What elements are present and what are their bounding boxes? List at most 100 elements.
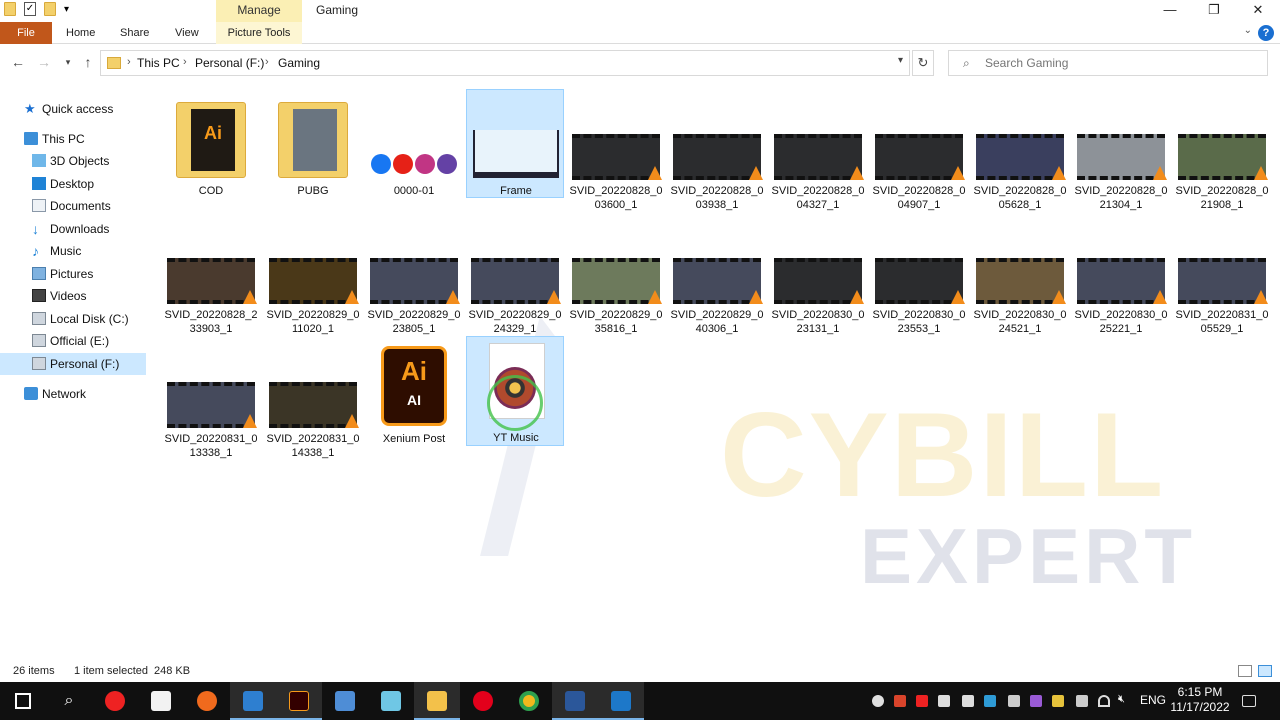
taskbar-app-photos[interactable] (598, 682, 644, 720)
customize-toolbar-icon[interactable]: ▾ (64, 4, 69, 15)
maximize-button[interactable]: ❐ (1192, 0, 1236, 22)
sidebar-item-network[interactable]: Network (0, 383, 146, 405)
file-item-video[interactable]: SVID_20220829_024329_1 (466, 214, 564, 335)
minimize-button[interactable]: — (1148, 0, 1192, 22)
sidebar-item-this-pc[interactable]: This PC (0, 128, 146, 150)
sidebar-item-downloads[interactable]: ↓ Downloads (0, 218, 146, 240)
tray-app-icon[interactable] (962, 695, 974, 707)
file-item-video[interactable]: SVID_20220830_024521_1 (971, 214, 1069, 335)
file-item-yt-music[interactable]: YT Music (466, 336, 564, 446)
file-item-video[interactable]: SVID_20220828_021304_1 (1072, 90, 1170, 211)
file-item-video[interactable]: SVID_20220831_014338_1 (264, 338, 362, 459)
large-icons-view-icon[interactable] (1258, 665, 1272, 677)
volume-icon[interactable]: 🔇︎ (1118, 693, 1130, 705)
wifi-icon[interactable] (1098, 695, 1110, 707)
tray-app-icon[interactable] (916, 695, 928, 707)
file-item-video[interactable]: SVID_20220828_003600_1 (567, 90, 665, 211)
input-language[interactable]: ENG (1140, 693, 1166, 707)
chevron-right-icon[interactable]: › (127, 56, 131, 68)
clock[interactable]: 6:15 PM 11/17/2022 (1168, 685, 1232, 715)
sidebar-item-3d-objects[interactable]: 3D Objects (0, 150, 146, 172)
taskbar-app-notepad[interactable] (138, 682, 184, 720)
notification-icon[interactable] (1242, 695, 1256, 707)
file-item-frame[interactable]: Frame (466, 89, 564, 198)
properties-icon[interactable]: ✓ (24, 2, 36, 16)
refresh-icon[interactable]: ↻ (912, 50, 934, 76)
sidebar-item-documents[interactable]: Documents (0, 195, 146, 217)
sidebar-item-music[interactable]: ♪ Music (0, 240, 146, 262)
taskbar-app-recorder[interactable] (92, 682, 138, 720)
taskbar-app-illustrator[interactable] (276, 682, 322, 720)
chevron-right-icon[interactable]: › (183, 56, 187, 68)
expand-ribbon-icon[interactable]: ⌄ (1244, 25, 1252, 36)
file-item-video[interactable]: SVID_20220828_233903_1 (162, 214, 260, 335)
details-view-icon[interactable] (1238, 665, 1252, 677)
tray-app-icon[interactable] (1008, 695, 1020, 707)
tab-file[interactable]: File (0, 22, 52, 44)
file-item-cod[interactable]: Ai COD (162, 90, 260, 198)
tray-pen-icon[interactable] (1030, 695, 1042, 707)
tray-app-icon[interactable] (938, 695, 950, 707)
taskbar-app-editor[interactable] (368, 682, 414, 720)
taskbar-app-word[interactable] (552, 682, 598, 720)
sidebar-item-desktop[interactable]: Desktop (0, 173, 146, 195)
breadcrumb-gaming[interactable]: Gaming (278, 56, 320, 70)
tray-app-icon[interactable] (984, 695, 996, 707)
file-item-video[interactable]: SVID_20220830_023131_1 (769, 214, 867, 335)
file-item-video[interactable]: SVID_20220830_023553_1 (870, 214, 968, 335)
address-dropdown-icon[interactable]: ▾ (898, 55, 903, 66)
taskbar-app-chrome[interactable] (506, 682, 552, 720)
folder-icon[interactable] (4, 2, 16, 16)
tray-app-icon[interactable] (1052, 695, 1064, 707)
sidebar-item-pictures[interactable]: Pictures (0, 263, 146, 285)
file-item-video[interactable]: SVID_20220828_021908_1 (1173, 90, 1271, 211)
tab-picture-tools[interactable]: Picture Tools (216, 22, 302, 44)
breadcrumb-this-pc[interactable]: This PC (137, 56, 180, 70)
forward-arrow-icon[interactable]: → (34, 52, 54, 72)
recent-locations-chevron-icon[interactable]: ▾ (58, 52, 78, 72)
sidebar-item-quick-access[interactable]: ★ Quick access (0, 98, 146, 120)
breadcrumb-personal[interactable]: Personal (F:) (195, 56, 264, 70)
file-item-video[interactable]: SVID_20220829_023805_1 (365, 214, 463, 335)
taskbar-app-file-explorer[interactable] (414, 682, 460, 720)
file-item-video[interactable]: SVID_20220831_013338_1 (162, 338, 260, 459)
file-item-video[interactable]: SVID_20220831_005529_1 (1173, 214, 1271, 335)
address-bar[interactable]: › This PC › Personal (F:) › Gaming ▾ (100, 50, 910, 76)
file-item-pubg[interactable]: PUBG (264, 90, 362, 198)
search-input[interactable] (985, 55, 1255, 71)
search-taskbar-button[interactable]: ⌕ (46, 682, 92, 720)
tray-app-icon[interactable] (1076, 695, 1088, 707)
taskbar-app-opera[interactable] (460, 682, 506, 720)
new-folder-icon[interactable] (44, 2, 56, 16)
up-arrow-icon[interactable]: ↑ (78, 52, 98, 72)
search-box[interactable]: ⌕ (948, 50, 1268, 76)
file-item-video[interactable]: SVID_20220829_035816_1 (567, 214, 665, 335)
sidebar-item-videos[interactable]: Videos (0, 285, 146, 307)
taskbar-app-computer[interactable] (322, 682, 368, 720)
file-item-0000-01[interactable]: 0000-01 (365, 90, 463, 198)
manage-contextual-tab[interactable]: Manage (216, 0, 302, 22)
close-button[interactable]: ✕ (1236, 0, 1280, 22)
tray-record-icon[interactable] (872, 695, 884, 707)
file-item-video[interactable]: SVID_20220829_011020_1 (264, 214, 362, 335)
file-item-video[interactable]: SVID_20220828_004327_1 (769, 90, 867, 211)
sidebar-item-local-disk[interactable]: Local Disk (C:) (0, 308, 146, 330)
start-button[interactable] (0, 682, 46, 720)
taskbar-app-firefox[interactable] (184, 682, 230, 720)
help-icon[interactable]: ? (1258, 25, 1274, 41)
file-item-video[interactable]: SVID_20220830_025221_1 (1072, 214, 1170, 335)
file-item-video[interactable]: SVID_20220828_003938_1 (668, 90, 766, 211)
sidebar-item-personal[interactable]: Personal (F:) (0, 353, 146, 375)
tab-share[interactable]: Share (120, 22, 149, 44)
taskbar-app-download[interactable] (230, 682, 276, 720)
file-item-xenium-post[interactable]: Ai AI Xenium Post (365, 338, 463, 446)
chevron-right-icon[interactable]: › (265, 56, 269, 68)
back-arrow-icon[interactable]: ← (8, 52, 28, 72)
tab-home[interactable]: Home (66, 22, 95, 44)
sidebar-item-official[interactable]: Official (E:) (0, 330, 146, 352)
tab-view[interactable]: View (175, 22, 199, 44)
tray-app-icon[interactable] (894, 695, 906, 707)
file-item-video[interactable]: SVID_20220828_005628_1 (971, 90, 1069, 211)
file-item-video[interactable]: SVID_20220828_004907_1 (870, 90, 968, 211)
file-item-video[interactable]: SVID_20220829_040306_1 (668, 214, 766, 335)
